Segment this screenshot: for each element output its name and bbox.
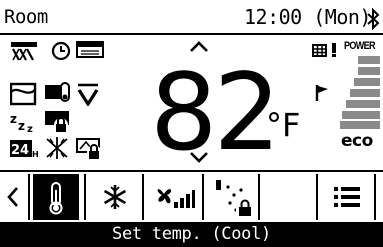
temperature-value: 82: [150, 51, 281, 174]
power-bar: [358, 56, 380, 64]
timer-clock-icon: [51, 41, 71, 61]
temp-down-button[interactable]: [188, 150, 210, 164]
tab-blank[interactable]: [260, 172, 316, 222]
room-label: Room: [4, 6, 48, 28]
svg-text:24: 24: [11, 143, 29, 158]
tab-fan-speed[interactable]: [144, 172, 202, 222]
power-label: POWER: [344, 40, 375, 52]
tab-separator: [28, 174, 30, 220]
air-direction-lock-icon: [216, 180, 254, 217]
bluetooth-icon: [367, 8, 380, 30]
power-bar: [354, 78, 380, 86]
svg-text:z: z: [10, 112, 17, 126]
lock-card-icon: [76, 138, 101, 159]
fan-louver-icon: [11, 42, 37, 61]
clock: 12:00 (Mon): [244, 6, 371, 28]
power-level-bars: [340, 56, 380, 129]
svg-text:z: z: [27, 124, 33, 133]
power-bar: [350, 89, 380, 97]
tab-separator: [374, 174, 376, 220]
power-bar: [340, 121, 380, 129]
weekly-timer-icon: [10, 82, 37, 106]
grid-icon: [312, 44, 327, 57]
alert-icon: [332, 43, 336, 57]
vane-v-icon: [77, 83, 99, 106]
tab-bar: [0, 172, 383, 222]
header-divider: [0, 33, 383, 35]
tab-back[interactable]: [0, 172, 28, 222]
power-bar: [342, 111, 380, 119]
thermostat-card-icon: [45, 82, 70, 102]
power-bar: [358, 67, 380, 75]
sleep-zzz-icon: z z z: [10, 112, 33, 133]
filter-icon: [76, 41, 104, 58]
eco-label: eco: [341, 131, 373, 151]
tab-set-temp[interactable]: [33, 174, 79, 220]
tab-mode[interactable]: [86, 172, 142, 222]
defrost-icon: [46, 137, 68, 159]
power-bar: [346, 100, 380, 108]
24h-icon: 24 H: [10, 140, 39, 159]
svg-text:z: z: [18, 119, 25, 133]
day-text: (Mon): [313, 5, 371, 29]
menu-icon: [334, 187, 360, 207]
thermometer-icon: [49, 182, 63, 215]
temperature-unit: °F: [266, 106, 301, 144]
lock-card-icon: [45, 111, 69, 132]
tab-air-direction[interactable]: [204, 172, 258, 222]
flag-icon: [315, 85, 328, 101]
chevron-left-icon: [7, 187, 18, 207]
snowflake-icon: [103, 185, 127, 209]
tab-menu[interactable]: [318, 172, 372, 222]
status-bar: Set temp. (Cool): [0, 222, 383, 247]
svg-text:H: H: [32, 150, 39, 159]
fan-speed-icon: [157, 189, 195, 208]
time-text: 12:00: [244, 5, 302, 29]
